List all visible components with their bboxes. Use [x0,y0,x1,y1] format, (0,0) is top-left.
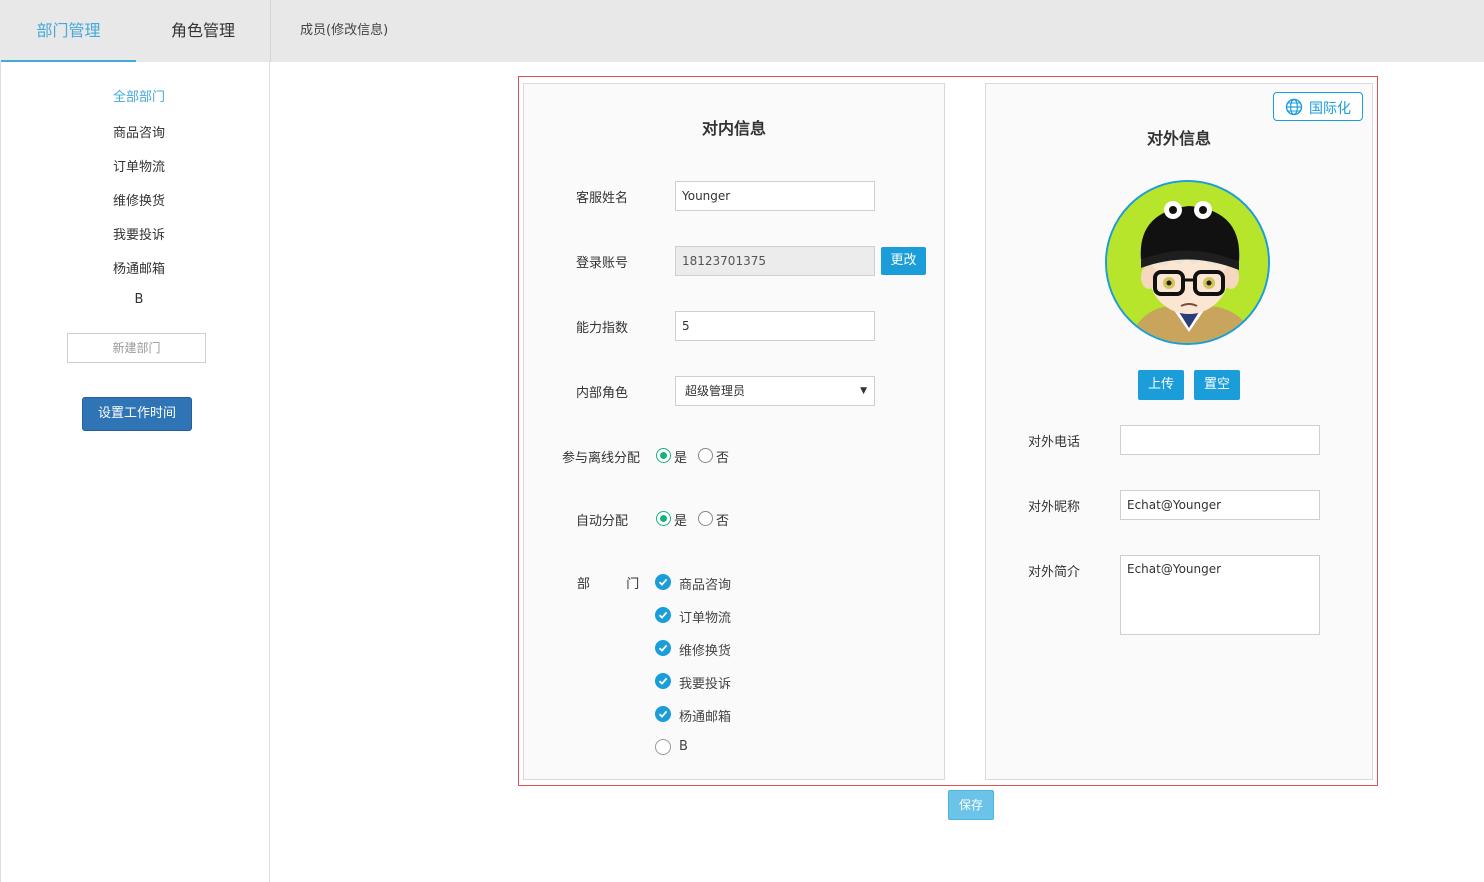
sidebar-item-department[interactable]: 商品咨询 [1,122,277,141]
checkmark-icon [658,710,668,718]
dept-checkbox-label: 维修换货 [679,644,732,659]
tab-role-management[interactable]: 角色管理 [136,0,270,62]
tab-department-management[interactable]: 部门管理 [1,0,136,62]
internationalization-button[interactable]: 国际化 [1273,92,1363,121]
offline-no-radio[interactable] [698,448,713,463]
offline-yes-radio[interactable] [656,448,671,463]
sidebar-item-department[interactable]: 我要投诉 [1,224,277,243]
sidebar-item-department[interactable]: 维修换货 [1,190,277,209]
breadcrumb: 成员(修改信息) [300,23,389,38]
globe-icon [1285,98,1303,116]
dept-checkbox-label: 我要投诉 [679,677,732,692]
role-select-value: 超级管理员 [685,384,746,398]
external-phone-input[interactable] [1120,425,1320,455]
offline-yes-label: 是 [674,451,688,466]
sidebar-item-all-departments[interactable]: 全部部门 [1,86,277,105]
new-department-input[interactable]: 新建部门 [67,333,206,363]
internal-info-title: 对内信息 [702,119,767,138]
role-label: 内部角色 [576,386,629,401]
sidebar-item-department[interactable]: 订单物流 [1,156,277,175]
ability-label: 能力指数 [576,321,629,336]
dept-checkbox-label: 杨通邮箱 [679,710,732,725]
dept-checkbox[interactable] [655,706,671,722]
avatar [1105,180,1270,345]
save-button[interactable]: 保存 [948,790,994,820]
checkmark-icon [658,644,668,652]
checkmark-icon [658,578,668,586]
department-label: 部 门 [577,577,640,592]
external-phone-label: 对外电话 [1028,435,1081,450]
account-label: 登录账号 [576,256,629,271]
external-nickname-input[interactable]: Echat@Younger [1120,490,1320,520]
offline-no-label: 否 [716,451,730,466]
upload-avatar-button[interactable]: 上传 [1138,370,1184,400]
auto-assign-label: 自动分配 [576,514,629,529]
auto-yes-label: 是 [674,514,688,529]
checkmark-icon [658,677,668,685]
sidebar-item-department[interactable]: B [1,292,277,307]
caret-down-icon: ▼ [860,386,867,396]
dept-checkbox[interactable] [655,739,671,755]
offline-assign-label: 参与离线分配 [562,451,641,466]
name-label: 客服姓名 [576,191,629,206]
external-info-title: 对外信息 [1147,129,1212,148]
auto-no-label: 否 [716,514,730,529]
ability-input[interactable]: 5 [675,311,875,341]
name-input[interactable]: Younger [675,181,875,211]
auto-no-radio[interactable] [698,511,713,526]
change-account-button[interactable]: 更改 [881,247,926,275]
role-select[interactable]: 超级管理员 ▼ [675,376,875,406]
internationalization-label: 国际化 [1309,101,1351,117]
dept-checkbox-label: B [679,739,688,754]
auto-yes-radio[interactable] [656,511,671,526]
dept-checkbox-label: 订单物流 [679,611,732,626]
external-nickname-label: 对外昵称 [1028,500,1081,515]
clear-avatar-button[interactable]: 置空 [1194,370,1240,400]
sidebar: 全部部门 商品咨询 订单物流 维修换货 我要投诉 杨通邮箱 B 新建部门 设置工… [0,62,270,882]
dept-checkbox[interactable] [655,640,671,656]
dept-checkbox[interactable] [655,607,671,623]
top-header: 部门管理 角色管理 成员(修改信息) [0,0,1484,62]
avatar-image [1107,182,1268,343]
dept-checkbox[interactable] [655,574,671,590]
dept-checkbox-label: 商品咨询 [679,578,732,593]
checkmark-icon [658,611,668,619]
set-worktime-button[interactable]: 设置工作时间 [82,397,192,431]
dept-checkbox[interactable] [655,673,671,689]
header-divider [270,0,271,62]
sidebar-item-department[interactable]: 杨通邮箱 [1,258,277,277]
external-intro-textarea[interactable]: Echat@Younger [1120,555,1320,635]
external-intro-label: 对外简介 [1028,565,1081,580]
account-input: 18123701375 [675,246,875,276]
